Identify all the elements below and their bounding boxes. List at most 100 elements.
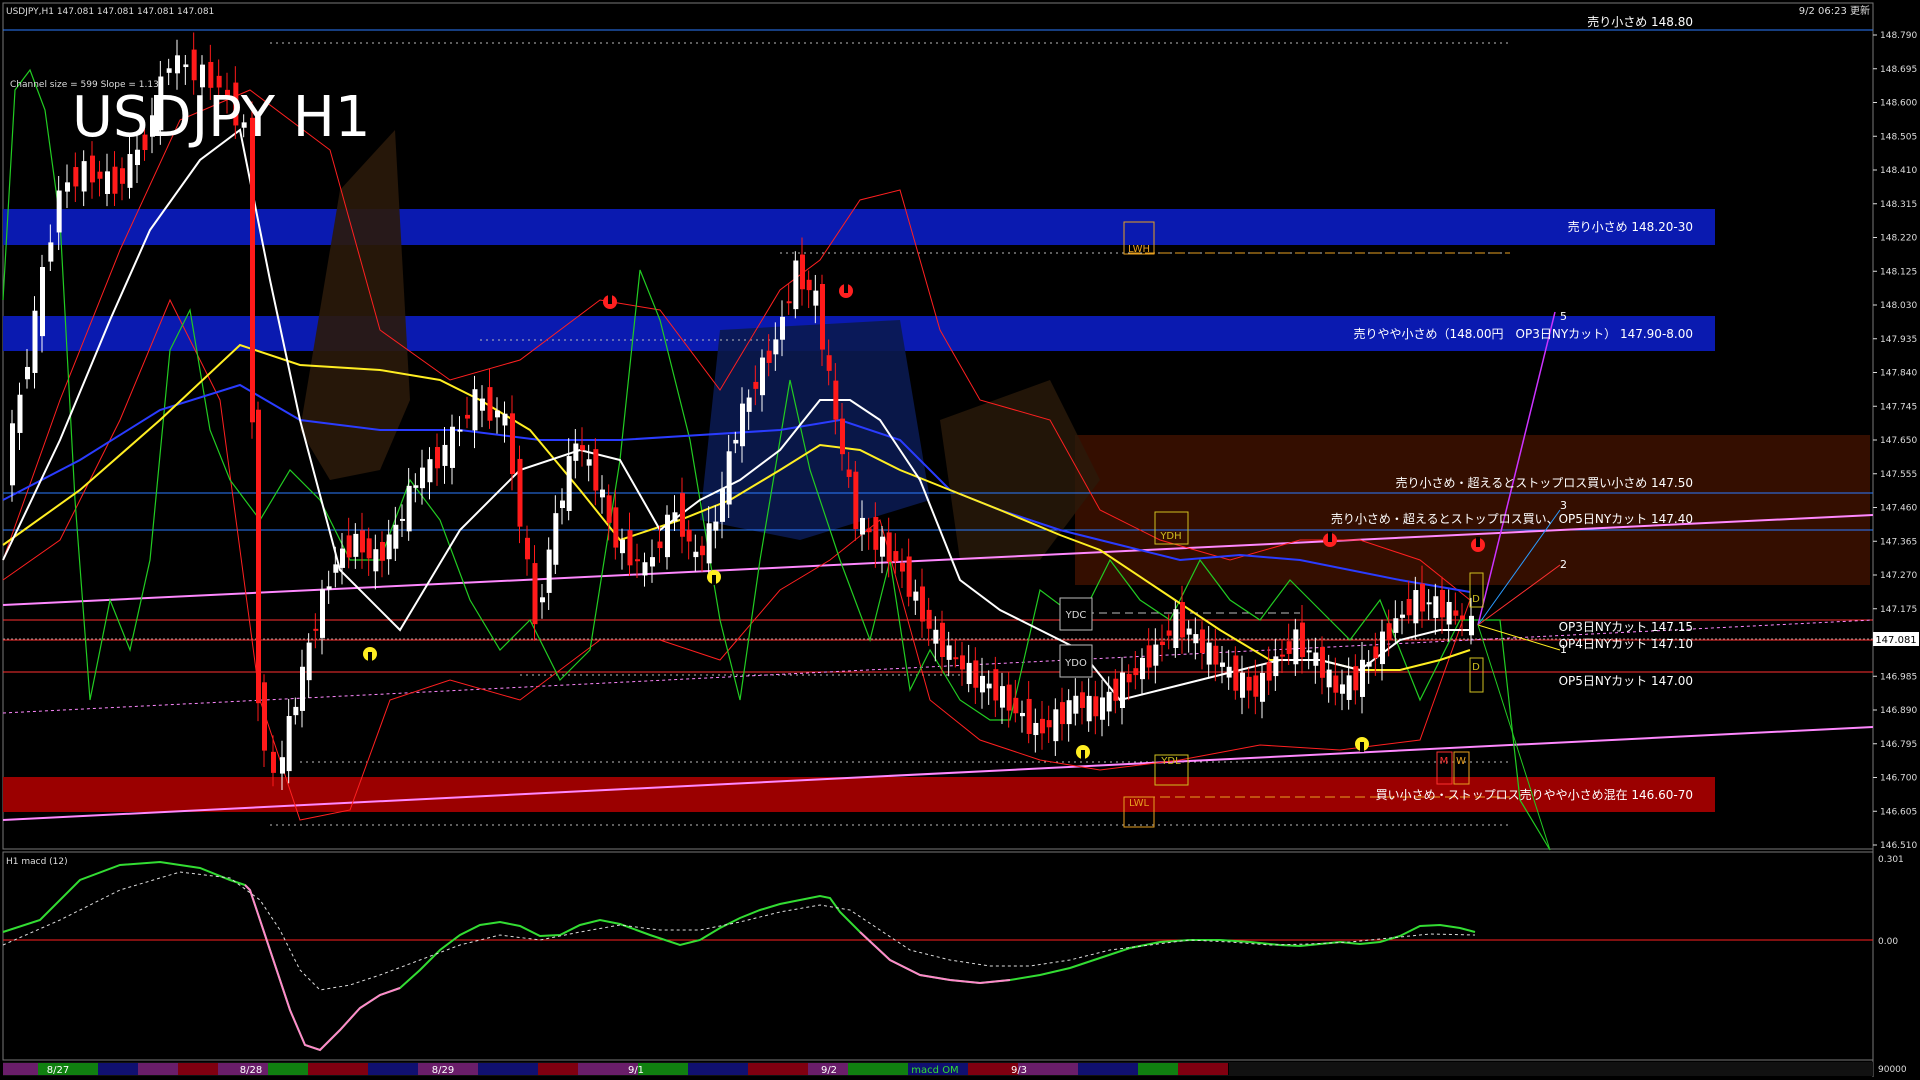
candle-body: [1046, 720, 1052, 728]
chart-svg[interactable]: LWH LWL YDH YDL YDC YDO M W D D 5 3 2 1 …: [0, 0, 1920, 1080]
candle-body: [1420, 583, 1425, 612]
candle-body: [1093, 696, 1099, 717]
date-label: 9/1: [628, 1065, 644, 1076]
candle-body: [326, 586, 332, 590]
candle-body: [1053, 709, 1059, 742]
candle-body: [1106, 691, 1112, 712]
candle-body: [1366, 661, 1372, 667]
macd-axis-top: 0.301: [1878, 855, 1904, 865]
candle-body: [1460, 615, 1465, 620]
candle-body: [1406, 598, 1412, 616]
ydh-label: YDH: [1159, 531, 1181, 542]
candle-body: [940, 622, 945, 658]
candle-body: [1273, 656, 1279, 677]
candle-body: [1133, 668, 1139, 676]
candle-body: [1246, 676, 1252, 691]
candle-body: [1206, 642, 1212, 665]
d-up-label: D: [1472, 594, 1480, 605]
candle-body: [1326, 669, 1332, 688]
candle-body: [1100, 697, 1105, 720]
candle-body: [613, 507, 619, 548]
chart-window[interactable]: LWH LWL YDH YDL YDC YDO M W D D 5 3 2 1 …: [0, 0, 1920, 1080]
candle-body: [853, 471, 859, 529]
candle-body: [606, 495, 612, 523]
candle-body: [726, 451, 732, 505]
wave-3-label: 3: [1560, 499, 1567, 512]
candle-body: [353, 533, 359, 557]
candle-body: [525, 537, 530, 560]
candle-body: [700, 545, 705, 556]
candle-body: [1426, 602, 1432, 605]
candle-body: [560, 500, 565, 509]
candle-body: [1146, 645, 1152, 668]
candle-body: [1400, 614, 1405, 618]
candle-body: [380, 542, 385, 561]
candle-body: [517, 458, 523, 527]
candle-body: [56, 190, 62, 233]
ydo-label: YDO: [1064, 658, 1087, 669]
candle-body: [1360, 659, 1365, 697]
candle-body: [920, 586, 925, 622]
candle-body: [913, 591, 919, 601]
candle-body: [1340, 684, 1345, 694]
candle-body: [840, 418, 845, 455]
candle-body: [406, 485, 412, 532]
candle-body: [1353, 666, 1359, 691]
candle-body: [1153, 644, 1159, 666]
candle-body: [1060, 702, 1065, 725]
chart-title: USDJPY H1: [72, 85, 370, 150]
candle-body: [191, 49, 197, 81]
candle-body: [340, 548, 345, 568]
macd-title: H1 macd (12): [6, 857, 68, 867]
candle-body: [1006, 684, 1012, 711]
candle-body: [580, 445, 585, 451]
candle-body: [926, 609, 932, 629]
candle-body: [81, 161, 87, 192]
candle-body: [73, 167, 79, 187]
update-time: 9/2 06:23 更新: [1799, 4, 1870, 17]
candle-body: [333, 564, 339, 573]
candle-body: [366, 538, 372, 559]
candle-body: [635, 559, 640, 562]
candle-body: [780, 316, 785, 340]
label-sell-147-50: 売り小さめ・超えるとストップロス買い小さめ 147.50: [1396, 475, 1693, 490]
candle-body: [657, 541, 663, 549]
candle-body: [800, 254, 805, 290]
price-tick-label: 146.890: [1880, 706, 1917, 716]
candle-body: [665, 514, 670, 558]
candle-body: [733, 439, 739, 444]
candle-body: [806, 279, 812, 291]
candle-body: [880, 536, 885, 557]
price-tick-label: 146.795: [1880, 740, 1917, 750]
candle-body: [25, 366, 30, 380]
label-op5-147-00: OP5日NYカット 147.00: [1559, 674, 1693, 688]
candle-body: [1393, 618, 1399, 633]
candle-body: [1173, 609, 1179, 648]
candle-body: [1253, 675, 1259, 697]
price-tick-label: 148.410: [1880, 166, 1917, 176]
candle-body: [306, 642, 312, 681]
candle-body: [766, 350, 772, 363]
candle-body: [1160, 641, 1165, 646]
label-sell-148-80: 売り小さめ 148.80: [1587, 14, 1693, 29]
candle-body: [642, 562, 648, 576]
ydc-label: YDC: [1065, 610, 1087, 621]
current-price-label: 147.081: [1875, 635, 1916, 646]
candle-body: [1280, 654, 1285, 657]
candle-body: [620, 539, 625, 554]
candle-body: [271, 751, 276, 773]
candle-body: [1086, 695, 1092, 722]
candle-body: [280, 757, 285, 774]
candle-body: [200, 64, 205, 88]
candle-body: [740, 403, 745, 447]
symbol-info: USDJPY,H1 147.081 147.081 147.081 147.08…: [6, 7, 214, 17]
candle-body: [183, 64, 189, 68]
candle-body: [346, 535, 352, 558]
candle-body: [1320, 647, 1325, 678]
candle-body: [1120, 672, 1125, 708]
price-tick-label: 146.605: [1880, 807, 1917, 817]
candle-body: [1413, 590, 1419, 624]
candle-body: [773, 339, 779, 355]
candle-body: [993, 669, 999, 701]
candle-body: [17, 394, 23, 433]
